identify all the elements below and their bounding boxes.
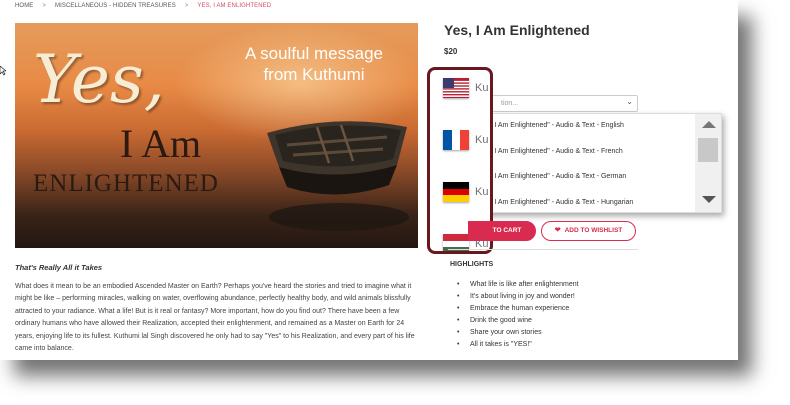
language-label: Ku [475, 186, 489, 198]
language-english[interactable]: Ku [430, 78, 490, 102]
scroll-up-icon[interactable] [702, 121, 716, 128]
highlight-item: Embrace the human experience [457, 303, 579, 315]
highlight-item: What life is like after enlightenment [457, 279, 579, 291]
dropdown-option-german[interactable]: i "Yes I Am Enlightened" - Audio & Text … [475, 173, 626, 187]
dropdown-option-english[interactable]: i "Yes I Am Enlightened" - Audio & Text … [475, 122, 624, 136]
select-placeholder: tion... [501, 100, 519, 107]
language-german[interactable]: Ku [430, 182, 490, 206]
description-subtitle: That's Really All it Takes [15, 263, 103, 272]
highlight-item: All it takes is "YES!" [457, 339, 579, 351]
product-price: $20 [444, 47, 458, 56]
dropdown-scrollbar[interactable] [695, 114, 721, 212]
product-title: Yes, I Am Enlightened [444, 22, 590, 38]
breadcrumb: HOME > MISCELLANEOUS - HIDDEN TREASURES > YE… [15, 3, 271, 9]
heart-icon: ❤ [554, 227, 561, 234]
highlight-item: Drink the good wine [457, 315, 579, 327]
hero-title-iam: I Am [120, 121, 202, 166]
hungary-flag-icon [443, 234, 469, 251]
breadcrumb-home[interactable]: HOME [15, 3, 33, 9]
product-image[interactable]: A soulful message from Kuthumi Yes, I Am… [15, 23, 418, 248]
france-flag-icon [443, 130, 469, 150]
language-french[interactable]: Ku [430, 130, 490, 154]
scroll-down-icon[interactable] [702, 196, 716, 203]
breadcrumb-separator: > [184, 3, 189, 9]
option-select[interactable]: tion... ⌄ [488, 95, 638, 112]
highlight-item: Share your own stories [457, 327, 579, 339]
product-page: HOME > MISCELLANEOUS - HIDDEN TREASURES > YE… [0, 0, 738, 360]
hero-message: A soulful message from Kuthumi [245, 44, 383, 84]
wishlist-label: ADD TO WISHLIST [564, 227, 623, 234]
language-label: Ku [475, 82, 489, 94]
usa-flag-icon [443, 78, 469, 98]
breadcrumb-separator: > [42, 3, 47, 9]
highlights-title: HIGHLIGHTS [450, 261, 494, 268]
scrollbar-thumb[interactable] [698, 138, 718, 162]
dropdown-option-french[interactable]: i "Yes I Am Enlightened" - Audio & Text … [475, 148, 623, 162]
dropdown-option-hungarian[interactable]: i "Yes I Am Enlightened" - Audio & Text … [475, 199, 633, 212]
divider [448, 249, 638, 250]
highlight-item: It's about living in joy and wonder! [457, 291, 579, 303]
hero-title-enlightened: ENLIGHTENED [33, 170, 219, 197]
mouse-cursor-icon [0, 66, 6, 76]
germany-flag-icon [443, 182, 469, 202]
highlights-list: What life is like after enlightenment It… [457, 279, 579, 351]
hero-title-yes: Yes, [33, 41, 165, 118]
breadcrumb-category[interactable]: MISCELLANEOUS - HIDDEN TREASURES [55, 3, 176, 9]
breadcrumb-current: YES, I AM ENLIGHTENED [197, 3, 272, 9]
chevron-down-icon[interactable]: ⌄ [626, 97, 633, 106]
rowboat-illustration [267, 121, 409, 231]
add-to-wishlist-button[interactable]: ❤ ADD TO WISHLIST [541, 221, 636, 241]
description-body: What does it mean to be an embodied Asce… [15, 283, 415, 353]
language-label: Ku [475, 134, 489, 146]
add-to-cart-button[interactable]: TO CART [468, 221, 536, 241]
